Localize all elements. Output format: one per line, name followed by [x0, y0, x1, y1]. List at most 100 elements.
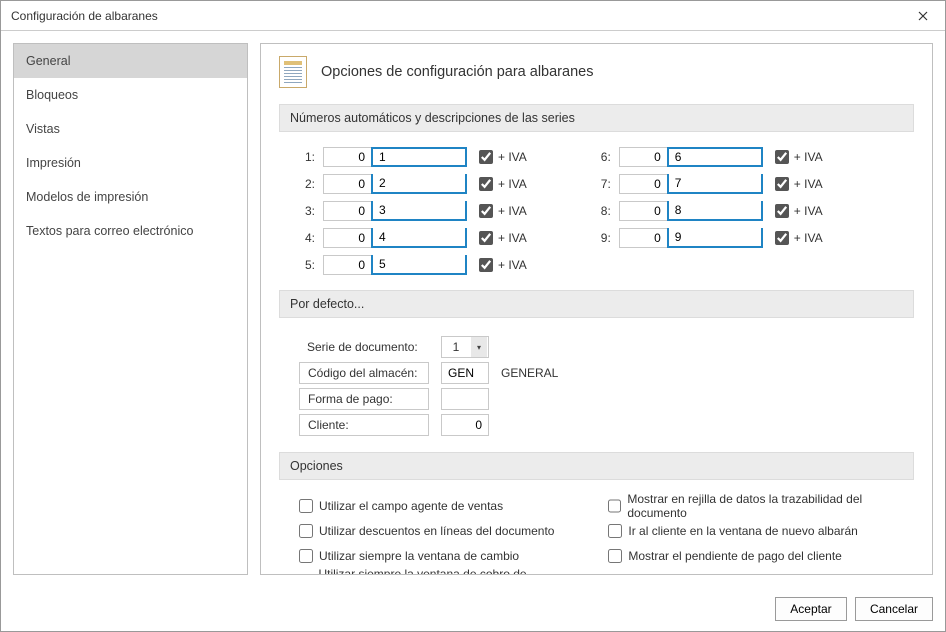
iva-label: + IVA: [794, 204, 823, 218]
opt-label: Utilizar el campo agente de ventas: [319, 499, 503, 513]
series-row-7: 7: + IVA: [595, 173, 823, 195]
series-label: 7:: [595, 177, 619, 191]
section-defaults-header: Por defecto...: [279, 290, 914, 318]
series-num-input[interactable]: [619, 228, 667, 248]
main-panel: Opciones de configuración para albaranes…: [260, 43, 933, 575]
series-desc-input[interactable]: [667, 174, 763, 194]
series-desc-input[interactable]: [667, 201, 763, 221]
opt-label: Mostrar en rejilla de datos la trazabili…: [627, 492, 904, 520]
series-col-right: 6: + IVA 7: + IVA 8:: [595, 146, 823, 276]
opt-cobro-checkbox[interactable]: [299, 574, 312, 575]
window-title: Configuración de albaranes: [11, 9, 158, 23]
series-iva-checkbox[interactable]: [775, 231, 789, 245]
opt-label: Utilizar siempre la ventana de cobro de …: [318, 567, 578, 575]
iva-label: + IVA: [498, 177, 527, 191]
iva-label: + IVA: [794, 150, 823, 164]
series-label: 5:: [299, 258, 323, 272]
sidebar-item-bloqueos[interactable]: Bloqueos: [14, 78, 247, 112]
series-iva-checkbox[interactable]: [775, 150, 789, 164]
series-iva-checkbox[interactable]: [479, 177, 493, 191]
almacen-code-input[interactable]: [441, 362, 489, 384]
series-row-8: 8: + IVA: [595, 200, 823, 222]
series-row-3: 3: + IVA: [299, 200, 527, 222]
iva-label: + IVA: [498, 231, 527, 245]
series-label: 3:: [299, 204, 323, 218]
series-desc-input[interactable]: [371, 174, 467, 194]
iva-label: + IVA: [498, 150, 527, 164]
almacen-label-button[interactable]: Código del almacén:: [299, 362, 429, 384]
series-row-6: 6: + IVA: [595, 146, 823, 168]
opt-iralcliente-checkbox[interactable]: [608, 524, 622, 538]
sidebar-item-general[interactable]: General: [14, 44, 247, 78]
document-icon: [279, 56, 307, 88]
serie-select[interactable]: 1 ▾: [441, 336, 489, 358]
sidebar-item-impresion[interactable]: Impresión: [14, 146, 247, 180]
opt-label: Utilizar descuentos en líneas del docume…: [319, 524, 554, 538]
series-grid: 1: + IVA 2: + IVA 3:: [279, 142, 914, 290]
accept-button[interactable]: Aceptar: [775, 597, 847, 621]
options-col-right: Mostrar en rejilla de datos la trazabili…: [608, 496, 904, 575]
series-iva-checkbox[interactable]: [775, 204, 789, 218]
series-num-input[interactable]: [323, 147, 371, 167]
series-label: 8:: [595, 204, 619, 218]
opt-cambio-checkbox[interactable]: [299, 549, 313, 563]
series-desc-input[interactable]: [371, 201, 467, 221]
series-num-input[interactable]: [323, 174, 371, 194]
opt-agente-checkbox[interactable]: [299, 499, 313, 513]
series-label: 9:: [595, 231, 619, 245]
series-num-input[interactable]: [323, 255, 371, 275]
series-num-input[interactable]: [323, 228, 371, 248]
sidebar-item-textos[interactable]: Textos para correo electrónico: [14, 214, 247, 248]
close-icon: [918, 11, 928, 21]
opt-label: Mostrar el pendiente de pago del cliente: [628, 549, 841, 563]
series-desc-input[interactable]: [667, 147, 763, 167]
opt-label: Utilizar siempre la ventana de cambio: [319, 549, 519, 563]
series-iva-checkbox[interactable]: [479, 204, 493, 218]
pago-label-button[interactable]: Forma de pago:: [299, 388, 429, 410]
sidebar-item-modelos[interactable]: Modelos de impresión: [14, 180, 247, 214]
section-series-header: Números automáticos y descripciones de l…: [279, 104, 914, 132]
series-label: 1:: [299, 150, 323, 164]
sidebar-item-vistas[interactable]: Vistas: [14, 112, 247, 146]
opt-descuentos-checkbox[interactable]: [299, 524, 313, 538]
options-block: Utilizar el campo agente de ventas Utili…: [279, 490, 914, 575]
series-num-input[interactable]: [619, 147, 667, 167]
chevron-down-icon: ▾: [471, 337, 487, 357]
opt-pendiente-checkbox[interactable]: [608, 549, 622, 563]
iva-label: + IVA: [794, 177, 823, 191]
series-num-input[interactable]: [619, 174, 667, 194]
dialog-window: Configuración de albaranes General Bloqu…: [0, 0, 946, 632]
serie-value: 1: [442, 340, 470, 354]
series-row-9: 9: + IVA: [595, 227, 823, 249]
sidebar: General Bloqueos Vistas Impresión Modelo…: [13, 43, 248, 575]
cancel-button[interactable]: Cancelar: [855, 597, 933, 621]
series-desc-input[interactable]: [371, 255, 467, 275]
series-desc-input[interactable]: [371, 147, 467, 167]
section-options-header: Opciones: [279, 452, 914, 480]
series-row-5: 5: + IVA: [299, 254, 527, 276]
series-num-input[interactable]: [619, 201, 667, 221]
iva-label: + IVA: [498, 204, 527, 218]
series-desc-input[interactable]: [371, 228, 467, 248]
series-iva-checkbox[interactable]: [479, 150, 493, 164]
opt-label: Ir al cliente en la ventana de nuevo alb…: [628, 524, 858, 538]
page-header: Opciones de configuración para albaranes: [279, 56, 914, 88]
cliente-label-button[interactable]: Cliente:: [299, 414, 429, 436]
series-label: 6:: [595, 150, 619, 164]
iva-label: + IVA: [794, 231, 823, 245]
defaults-block: Serie de documento: 1 ▾ Código del almac…: [279, 328, 914, 452]
series-iva-checkbox[interactable]: [775, 177, 789, 191]
opt-trazabilidad-checkbox[interactable]: [608, 499, 621, 513]
dialog-footer: Aceptar Cancelar: [1, 587, 945, 631]
pago-input[interactable]: [441, 388, 489, 410]
serie-label: Serie de documento:: [299, 336, 429, 358]
titlebar: Configuración de albaranes: [1, 1, 945, 31]
close-button[interactable]: [900, 1, 945, 31]
almacen-name: GENERAL: [501, 366, 558, 380]
cliente-input[interactable]: [441, 414, 489, 436]
series-iva-checkbox[interactable]: [479, 231, 493, 245]
series-desc-input[interactable]: [667, 228, 763, 248]
series-row-1: 1: + IVA: [299, 146, 527, 168]
series-num-input[interactable]: [323, 201, 371, 221]
series-iva-checkbox[interactable]: [479, 258, 493, 272]
